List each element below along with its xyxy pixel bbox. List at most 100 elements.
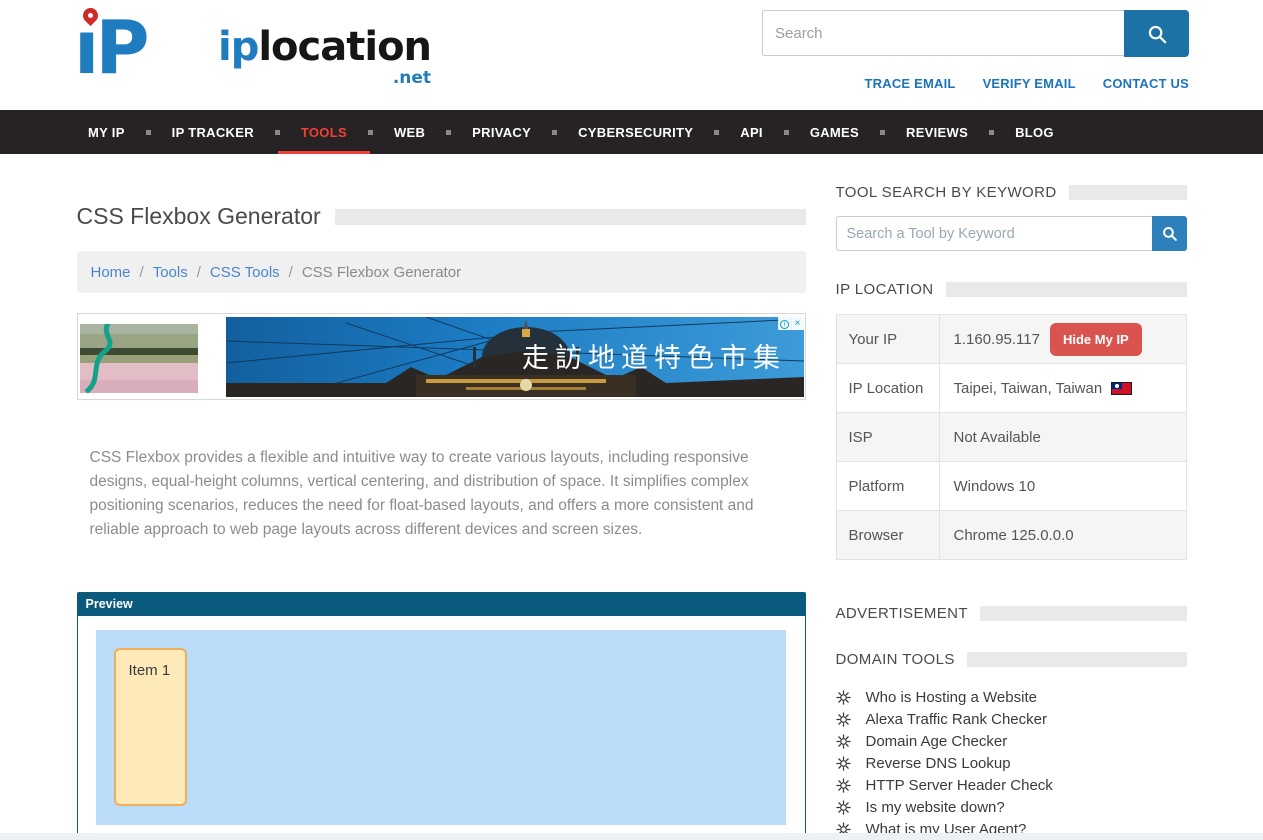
ip-info-table: Your IP 1.160.95.117 Hide My IP IP Locati… [836,314,1187,560]
gear-icon [836,734,851,749]
list-item: Alexa Traffic Rank Checker [836,708,1187,730]
domain-tool-link[interactable]: HTTP Server Header Check [866,777,1053,794]
breadcrumb-css-tools[interactable]: CSS Tools [210,264,280,281]
flexbox-preview-item-1[interactable]: Item 1 [114,648,187,806]
row-label: IP Location [836,364,939,413]
domain-tool-link[interactable]: Is my website down? [866,799,1005,816]
row-label: Platform [836,462,939,511]
site-logo[interactable]: ıP iplocation.net [74,6,431,90]
your-ip-value: 1.160.95.117 [954,331,1040,348]
domain-tools-heading: DOMAIN TOOLS [836,651,955,668]
ad-info-icon[interactable]: i [778,317,791,330]
page-title: CSS Flexbox Generator [77,203,321,230]
list-item: Who is Hosting a Website [836,686,1187,708]
tool-description: CSS Flexbox provides a flexible and intu… [77,446,789,542]
trace-email-link[interactable]: TRACE EMAIL [865,76,956,91]
nav-separator [714,130,719,135]
nav-item-blog[interactable]: BLOG [1013,110,1056,154]
page-bottom-strip [0,833,1263,840]
breadcrumb-tools[interactable]: Tools [153,264,188,281]
nav-item-my-ip[interactable]: MY IP [86,110,127,154]
nav-separator [880,130,885,135]
nav-separator [784,130,789,135]
nav-item-web[interactable]: WEB [392,110,427,154]
sidebar: TOOL SEARCH BY KEYWORD IP LOCATION Your [836,184,1187,840]
nav-separator [146,130,151,135]
list-item: Domain Age Checker [836,730,1187,752]
main-nav: MY IP IP TRACKER TOOLS WEB PRIVACY CYBER… [0,110,1263,154]
gear-icon [836,690,851,705]
nav-item-tools[interactable]: TOOLS [299,110,349,154]
preview-panel: Preview Item 1 [77,592,806,840]
heading-decoration-bar [946,282,1187,297]
tool-search-input[interactable] [836,216,1152,251]
nav-item-cybersecurity[interactable]: CYBERSECURITY [576,110,695,154]
nav-item-ip-tracker[interactable]: IP TRACKER [170,110,256,154]
header-links: TRACE EMAIL VERIFY EMAIL CONTACT US [865,76,1189,91]
tool-search-heading: TOOL SEARCH BY KEYWORD [836,184,1057,201]
nav-item-reviews[interactable]: REVIEWS [904,110,970,154]
gear-icon [836,756,851,771]
breadcrumb: Home / Tools / CSS Tools / CSS Flexbox G… [77,251,806,293]
ad-overlay-text: 走訪地道特色市集 [522,343,786,373]
advertisement-widget: ADVERTISEMENT [836,605,1187,622]
ad-main-image[interactable]: 走訪地道特色市集 i × [226,317,804,397]
breadcrumb-home[interactable]: Home [91,264,131,281]
search-icon [1146,23,1168,45]
site-search-button[interactable] [1124,10,1189,57]
ad-banner[interactable]: 走訪地道特色市集 i × [77,313,806,400]
logo-tld: .net [393,68,431,88]
heading-decoration-bar [1069,185,1187,200]
verify-email-link[interactable]: VERIFY EMAIL [983,76,1076,91]
nav-separator [552,130,557,135]
nav-item-games[interactable]: GAMES [808,110,861,154]
tool-search-widget: TOOL SEARCH BY KEYWORD [836,184,1187,251]
table-row: IP Location Taipei, Taiwan, Taiwan [836,364,1186,413]
contact-us-link[interactable]: CONTACT US [1103,76,1189,91]
heading-decoration-bar [967,652,1187,667]
nav-separator [989,130,994,135]
logo-mark: ıP [74,6,224,90]
table-row: Platform Windows 10 [836,462,1186,511]
domain-tools-list: Who is Hosting a Website Alexa Traffic R… [836,686,1187,840]
domain-tool-link[interactable]: Who is Hosting a Website [866,689,1037,706]
domain-tools-widget: DOMAIN TOOLS Who is Hosting a Website Al… [836,651,1187,840]
breadcrumb-current: CSS Flexbox Generator [302,264,461,281]
table-row: Browser Chrome 125.0.0.0 [836,511,1186,560]
domain-tool-link[interactable]: Reverse DNS Lookup [866,755,1011,772]
nav-item-api[interactable]: API [738,110,765,154]
main-content: CSS Flexbox Generator Home / Tools / CSS… [77,203,806,840]
site-search [762,10,1189,57]
list-item: Is my website down? [836,796,1187,818]
platform-value: Windows 10 [939,462,1186,511]
isp-value: Not Available [939,413,1186,462]
search-icon [1161,225,1178,242]
nav-separator [368,130,373,135]
preview-panel-header: Preview [77,592,806,616]
ad-close-icon[interactable]: × [791,317,804,330]
gear-icon [836,712,851,727]
gear-icon [836,800,851,815]
domain-tool-link[interactable]: Alexa Traffic Rank Checker [866,711,1047,728]
row-label: Browser [836,511,939,560]
ip-location-heading: IP LOCATION [836,281,934,298]
ip-location-value: Taipei, Taiwan, Taiwan [954,380,1103,397]
tool-search-button[interactable] [1152,216,1187,251]
nav-separator [446,130,451,135]
list-item: Reverse DNS Lookup [836,752,1187,774]
site-search-input[interactable] [762,10,1124,56]
flexbox-preview-container: Item 1 [96,630,786,825]
hide-my-ip-button[interactable]: Hide My IP [1050,323,1142,356]
ad-thumbnail-image [80,324,198,393]
nav-separator [275,130,280,135]
ip-location-widget: IP LOCATION Your IP 1.160.95.117 Hide My … [836,281,1187,560]
gear-icon [836,778,851,793]
advertisement-heading: ADVERTISEMENT [836,605,968,622]
taiwan-flag-icon [1111,382,1132,395]
domain-tool-link[interactable]: Domain Age Checker [866,733,1008,750]
site-header: ıP iplocation.net TRACE EMAIL VERIFY EMA… [0,0,1263,110]
row-label: Your IP [836,315,939,364]
list-item: HTTP Server Header Check [836,774,1187,796]
nav-item-privacy[interactable]: PRIVACY [470,110,533,154]
title-decoration-bar [335,209,806,225]
